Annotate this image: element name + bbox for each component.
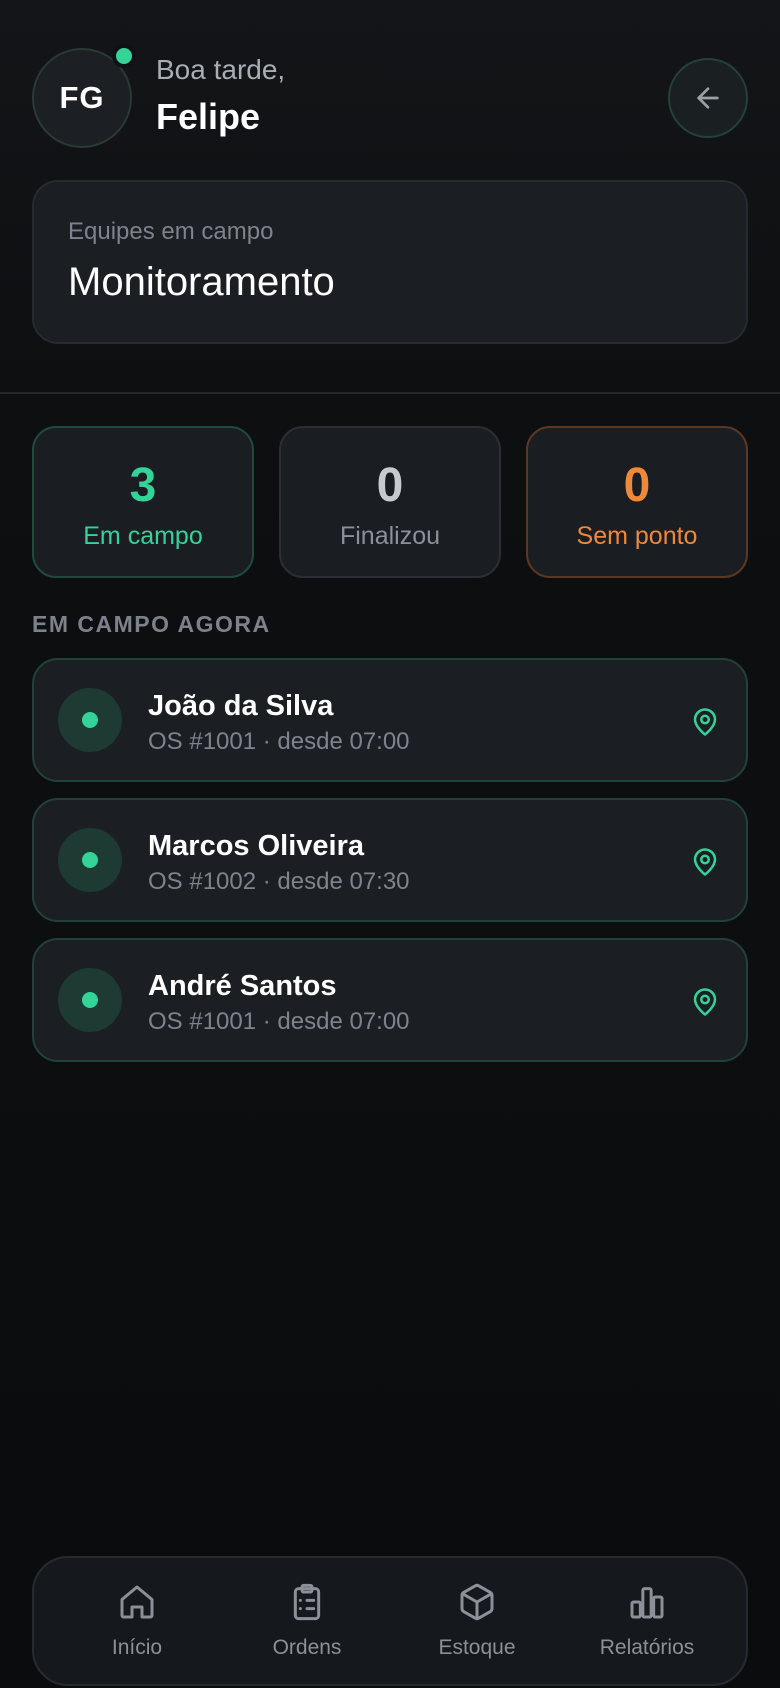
- stat-value: 0: [623, 459, 651, 512]
- stat-label: Finalizou: [339, 522, 441, 550]
- clipboard-icon: [293, 1583, 321, 1621]
- stat-label: Em campo: [83, 522, 203, 550]
- worker-meta: OS #1002 · desde 07:30: [148, 868, 410, 895]
- stat-value: 0: [376, 459, 404, 512]
- online-status-dot: [112, 44, 136, 68]
- nav-item-relatorios[interactable]: Relatórios: [567, 1582, 727, 1672]
- stat-label: Sem ponto: [576, 522, 698, 550]
- team-value: Monitoramento: [68, 260, 335, 304]
- worker-name: Marcos Oliveira: [148, 830, 364, 862]
- nav-item-ordens[interactable]: Ordens: [227, 1582, 387, 1672]
- nav-label: Relatórios: [599, 1636, 695, 1659]
- map-pin-icon[interactable]: [690, 986, 720, 1018]
- worker-name: João da Silva: [148, 690, 334, 722]
- worker-meta: OS #1001 · desde 07:00: [148, 1008, 410, 1035]
- divider: [0, 392, 780, 394]
- nav-label: Estoque: [438, 1636, 516, 1659]
- team-card[interactable]: Equipes em campo Monitoramento: [32, 180, 748, 344]
- status-indicator: [58, 828, 122, 892]
- team-label: Equipes em campo: [68, 218, 274, 245]
- map-pin-icon[interactable]: [690, 706, 720, 738]
- worker-name: André Santos: [148, 970, 337, 1002]
- nav-item-inicio[interactable]: Início: [57, 1582, 217, 1672]
- stat-sem-ponto[interactable]: 0 Sem ponto: [526, 426, 748, 578]
- home-icon: [120, 1585, 154, 1619]
- greeting-text: Boa tarde,: [156, 54, 286, 85]
- map-pin-icon[interactable]: [690, 846, 720, 878]
- worker-item[interactable]: João da Silva OS #1001 · desde 07:00: [32, 658, 748, 782]
- nav-label: Início: [111, 1636, 163, 1659]
- nav-item-estoque[interactable]: Estoque: [397, 1582, 557, 1672]
- back-button[interactable]: [668, 58, 748, 138]
- bottom-nav: Início Ordens Estoque Relatórios: [32, 1556, 748, 1686]
- avatar-initials: FG: [59, 80, 105, 115]
- stat-em-campo[interactable]: 3 Em campo: [32, 426, 254, 578]
- stat-value: 3: [129, 459, 157, 512]
- arrow-left-icon: [697, 87, 719, 109]
- box-icon: [460, 1583, 494, 1621]
- status-indicator: [58, 968, 122, 1032]
- worker-item[interactable]: André Santos OS #1001 · desde 07:00: [32, 938, 748, 1062]
- stat-finalizou[interactable]: 0 Finalizou: [279, 426, 501, 578]
- section-title: EM CAMPO AGORA: [32, 611, 271, 637]
- bar-chart-icon: [630, 1587, 664, 1619]
- status-indicator: [58, 688, 122, 752]
- worker-meta: OS #1001 · desde 07:00: [148, 728, 410, 755]
- header: FG Boa tarde, Felipe: [32, 44, 748, 148]
- user-name: Felipe: [156, 96, 261, 137]
- worker-item[interactable]: Marcos Oliveira OS #1002 · desde 07:30: [32, 798, 748, 922]
- nav-label: Ordens: [272, 1636, 342, 1659]
